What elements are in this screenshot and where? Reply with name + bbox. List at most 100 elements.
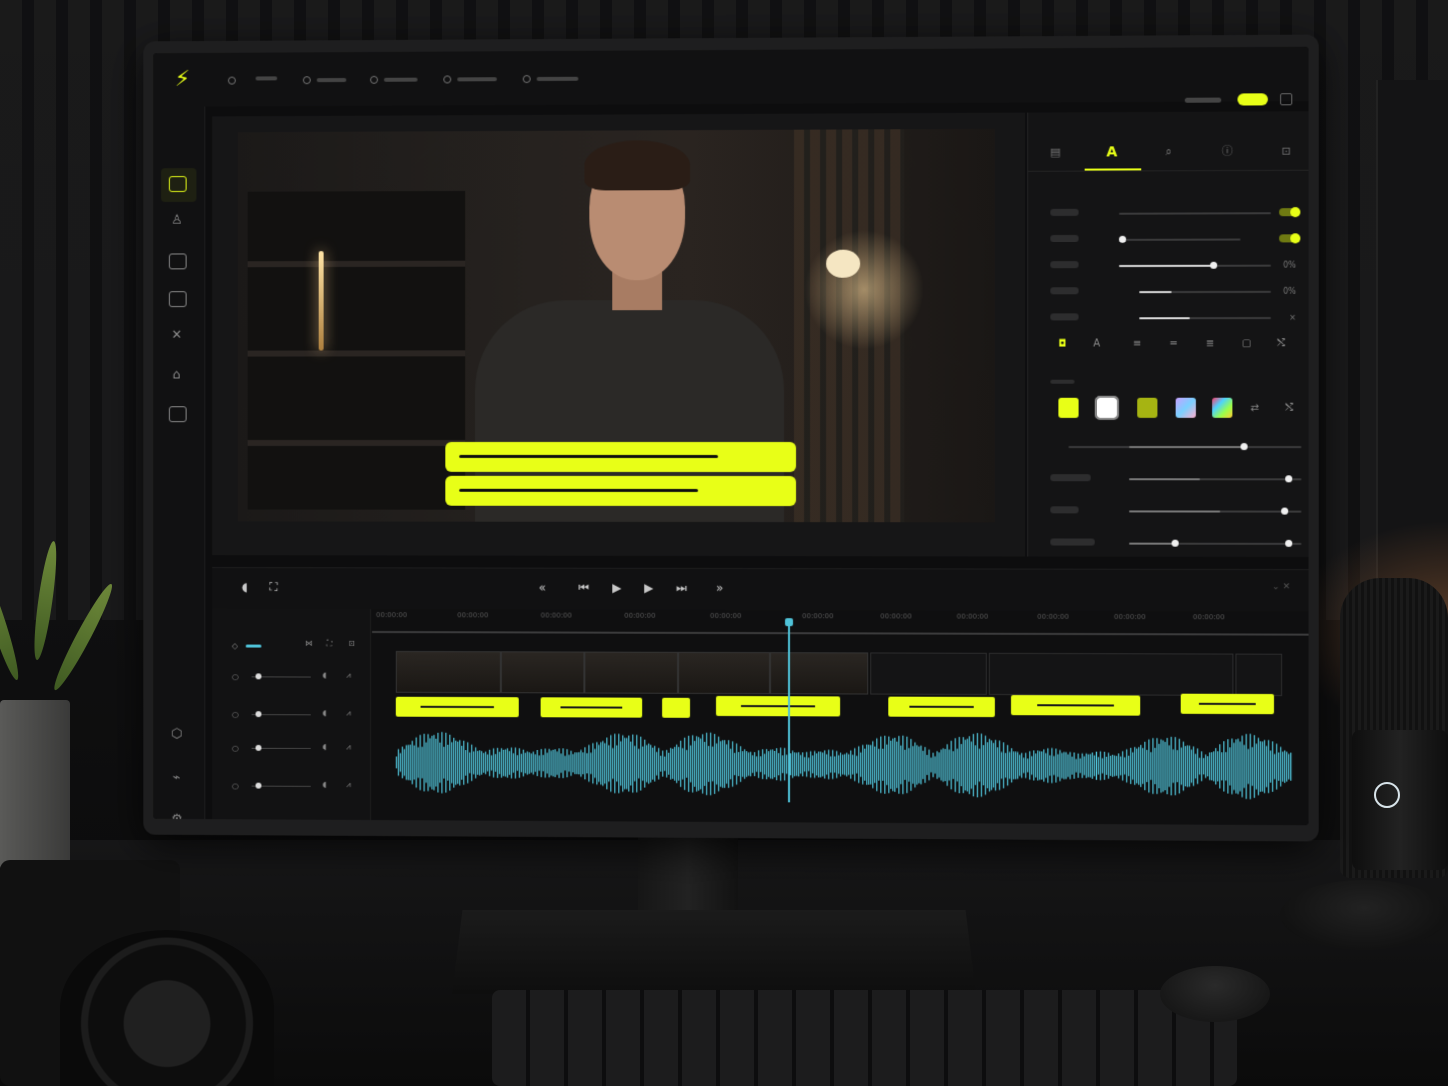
swap-icon[interactable]: ⇄: [1247, 402, 1263, 416]
menu-item[interactable]: [256, 76, 278, 80]
playhead-handle[interactable]: [785, 618, 793, 626]
rewind-button[interactable]: «: [539, 581, 546, 595]
caption-line-1[interactable]: [445, 442, 796, 472]
volume-icon[interactable]: ◖: [242, 580, 248, 594]
link-icon[interactable]: ⌁: [169, 771, 185, 785]
split-icon[interactable]: ⋈: [305, 639, 313, 648]
video-clip-thumbnail[interactable]: [501, 651, 585, 693]
video-clip-thumbnail[interactable]: [396, 651, 501, 693]
settings-icon[interactable]: ⚙: [169, 813, 185, 825]
menu-home[interactable]: [228, 77, 236, 85]
swatch-gradient-rainbow[interactable]: [1212, 398, 1232, 418]
search-tab-icon[interactable]: ⌕: [1157, 142, 1179, 162]
audio-waveform[interactable]: [396, 725, 1292, 805]
font-icon[interactable]: A: [1089, 337, 1105, 351]
menu-item[interactable]: [370, 76, 418, 84]
person-icon[interactable]: ♙: [169, 214, 185, 228]
text-icon[interactable]: [169, 253, 187, 269]
layout-tab-icon[interactable]: ▤: [1044, 143, 1066, 163]
playhead[interactable]: [788, 620, 790, 802]
video-clip-thumbnail[interactable]: [678, 652, 770, 694]
slider-knob[interactable]: [1172, 540, 1179, 547]
text-tab-icon[interactable]: A: [1101, 142, 1123, 162]
subtitle-clip[interactable]: [541, 697, 643, 717]
diamond-icon[interactable]: ◇: [232, 642, 238, 651]
import-icon[interactable]: [169, 291, 187, 307]
subtitle-clip[interactable]: [662, 698, 690, 718]
timeline-ruler[interactable]: 00:00:00 00:00:00 00:00:00 00:00:00 00:0…: [372, 609, 1308, 636]
subtitle-clip[interactable]: [716, 696, 840, 716]
video-clip-thumbnail[interactable]: [770, 652, 868, 694]
next-button[interactable]: ⏭: [676, 581, 687, 596]
box-icon[interactable]: ▢: [1238, 337, 1254, 351]
slider-knob[interactable]: [1281, 508, 1288, 515]
empty-clip-slot[interactable]: [1235, 654, 1282, 696]
fit-icon[interactable]: ⊡: [348, 639, 355, 648]
property-slider[interactable]: [1119, 239, 1241, 241]
speaker-icon[interactable]: ◖: [323, 671, 327, 680]
menu-item[interactable]: [303, 76, 346, 84]
play-button[interactable]: ▶: [612, 581, 621, 595]
bold-icon[interactable]: ◘: [1054, 337, 1070, 351]
step-button[interactable]: ▶: [644, 581, 653, 595]
slider-knob[interactable]: [1119, 236, 1126, 243]
video-preview[interactable]: [238, 129, 995, 523]
property-toggle[interactable]: [1279, 208, 1299, 216]
slider-knob[interactable]: [256, 711, 262, 717]
speaker-icon[interactable]: ◖: [323, 708, 327, 717]
property-slider[interactable]: [1119, 212, 1271, 215]
close-icon[interactable]: ×: [1289, 313, 1296, 322]
speaker-icon[interactable]: ◖: [323, 742, 327, 751]
collapse-icon[interactable]: ⌄ ✕: [1272, 582, 1290, 592]
visibility-icon[interactable]: ○: [232, 744, 239, 753]
menu-item[interactable]: [443, 75, 497, 83]
speaker-icon[interactable]: ◖: [323, 780, 327, 789]
align-right-icon[interactable]: ≣: [1202, 337, 1218, 351]
slider-knob[interactable]: [256, 673, 262, 679]
subtitle-clip[interactable]: [1181, 694, 1274, 715]
forward-button[interactable]: »: [716, 581, 723, 595]
visibility-icon[interactable]: ○: [232, 782, 239, 791]
slider-knob[interactable]: [1285, 540, 1292, 547]
random-icon[interactable]: ⤭: [1281, 402, 1297, 416]
slider-knob[interactable]: [1210, 262, 1217, 269]
previous-button[interactable]: ⏮: [578, 581, 589, 596]
expand-icon[interactable]: [1280, 93, 1292, 105]
plugins-icon[interactable]: ⬡: [169, 728, 185, 742]
property-toggle[interactable]: [1279, 234, 1299, 242]
lock-icon[interactable]: ⩘: [346, 671, 350, 681]
swatch-olive[interactable]: [1137, 398, 1157, 418]
lock-icon[interactable]: ⩘: [346, 708, 350, 718]
transitions-icon[interactable]: ✕: [169, 329, 185, 343]
swatch-gradient-purple[interactable]: [1176, 398, 1196, 418]
lock-icon[interactable]: ⩘: [346, 742, 350, 752]
subtitle-clip[interactable]: [1011, 695, 1140, 716]
align-left-icon[interactable]: ≡: [1129, 337, 1145, 351]
lock-icon[interactable]: ⩘: [346, 780, 350, 790]
info-tab-icon[interactable]: ⓘ: [1216, 142, 1238, 162]
subtitle-clip[interactable]: [888, 697, 995, 717]
visibility-icon[interactable]: ○: [232, 672, 239, 681]
slider-knob[interactable]: [1241, 443, 1248, 450]
slider-knob[interactable]: [256, 745, 262, 751]
export-tab-icon[interactable]: ⊡: [1275, 142, 1297, 162]
swatch-yellow[interactable]: [1058, 398, 1078, 418]
align-center-icon[interactable]: =: [1166, 337, 1182, 351]
swatch-white[interactable]: [1097, 398, 1117, 418]
menu-item[interactable]: [523, 75, 579, 83]
video-clip-thumbnail[interactable]: [584, 652, 678, 694]
slider-knob[interactable]: [1285, 475, 1292, 482]
shuffle-icon[interactable]: ⤭: [1273, 337, 1289, 351]
visibility-icon[interactable]: ○: [232, 710, 239, 719]
empty-clip-slot[interactable]: [870, 652, 987, 695]
fullscreen-icon[interactable]: ⛶: [269, 580, 277, 595]
empty-clip-slot[interactable]: [989, 653, 1234, 696]
crop-icon[interactable]: ⛶: [327, 639, 333, 649]
subtitle-clip[interactable]: [396, 697, 519, 717]
media-icon[interactable]: [169, 176, 187, 192]
export-icon[interactable]: [169, 406, 187, 422]
effects-icon[interactable]: ⌂: [169, 369, 185, 383]
caption-line-2[interactable]: [445, 476, 796, 506]
slider-knob[interactable]: [256, 783, 262, 789]
export-button[interactable]: [1237, 93, 1267, 105]
